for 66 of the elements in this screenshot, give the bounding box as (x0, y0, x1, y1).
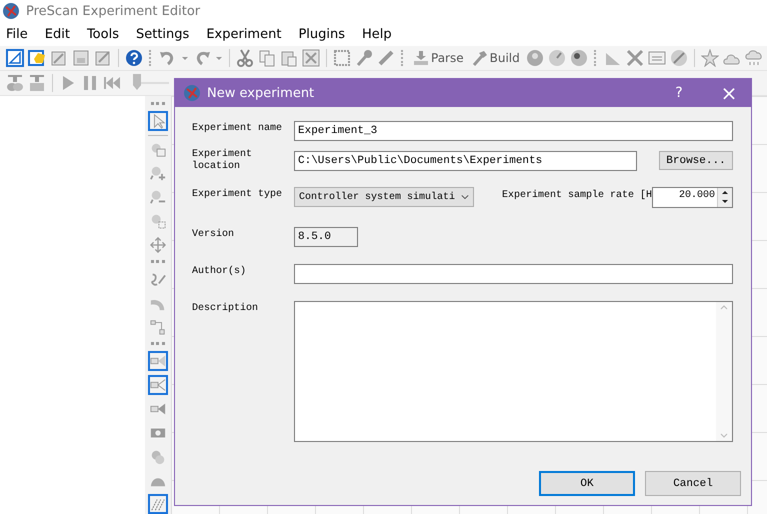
star-icon[interactable] (700, 49, 719, 67)
help-icon[interactable] (125, 49, 143, 67)
field-label: Experiment location (192, 149, 254, 173)
dialog-title: New experiment (207, 86, 316, 100)
palette-tool[interactable] (148, 234, 168, 254)
author-field[interactable] (294, 264, 733, 284)
download-icon (413, 50, 429, 66)
save-icon[interactable] (72, 49, 90, 67)
copy-icon[interactable] (258, 49, 276, 67)
folder-icon[interactable] (28, 49, 46, 67)
paste-icon[interactable] (280, 49, 298, 67)
selection-icon[interactable] (333, 49, 351, 67)
field-label: Experiment name (192, 122, 284, 134)
cancel-button[interactable]: Cancel (645, 471, 741, 496)
network-icon (150, 318, 166, 335)
rain-icon[interactable] (744, 49, 763, 67)
chevron-down-icon (461, 194, 469, 200)
pause-icon[interactable] (81, 74, 99, 92)
version-field[interactable]: 8.5.0 (294, 227, 358, 247)
app-logo-icon (2, 2, 20, 20)
build-button[interactable]: Build (470, 50, 522, 66)
app-logo-icon (183, 84, 201, 102)
name-field[interactable]: Experiment_3 (294, 121, 733, 141)
spheres-icon (150, 448, 166, 465)
palette-tool[interactable] (148, 111, 168, 131)
zoom-window-icon (150, 142, 166, 158)
menu-item[interactable]: File (4, 26, 37, 42)
field-label: Version (192, 228, 236, 240)
freehand-icon (150, 271, 166, 288)
menu-item[interactable]: Tools (84, 26, 128, 42)
browse-button[interactable]: Browse... (659, 151, 733, 170)
field-label: Description (192, 302, 260, 314)
menu-item[interactable]: Plugins (296, 26, 354, 42)
ruler-icon[interactable] (6, 49, 24, 67)
palette-tool[interactable] (148, 351, 168, 372)
field-label: Experiment sample rate [H (502, 188, 652, 201)
zoom-out-icon (150, 189, 166, 206)
help-button[interactable]: ? (657, 84, 701, 102)
palette-tool[interactable] (148, 375, 168, 396)
close-button[interactable]: × (707, 80, 751, 106)
zoom-in-icon (150, 165, 166, 182)
hammer-icon (472, 50, 488, 66)
camera-icon (150, 377, 166, 394)
type-dropdown[interactable]: Controller system simulati (294, 187, 474, 207)
field-label: Experiment type (192, 188, 284, 200)
description-field[interactable] (294, 301, 733, 442)
ok-button[interactable]: OK (539, 471, 635, 496)
sample-rate-spinbox[interactable]: 20.000 (652, 187, 733, 208)
move-icon (150, 236, 166, 252)
menu-item[interactable]: Help (360, 26, 401, 42)
scissors-icon[interactable] (236, 49, 254, 67)
parse-button[interactable]: Parse (411, 50, 466, 66)
zoom-selection-icon (150, 212, 166, 229)
menu-item[interactable]: Edit (42, 26, 79, 42)
location-field[interactable]: C:\Users\Public\Documents\Experiments (294, 151, 637, 171)
window-title: PreScan Experiment Editor (26, 4, 200, 18)
skip-back-icon[interactable] (103, 74, 121, 92)
machine-icon[interactable] (28, 74, 46, 92)
menu-item[interactable]: Experiment (204, 26, 290, 42)
time-slider[interactable] (133, 74, 169, 92)
palette-tool[interactable] (148, 494, 168, 514)
machine-icon[interactable] (6, 74, 24, 92)
field-label: Author(s) (192, 264, 248, 277)
menu-item[interactable]: Settings (134, 26, 198, 42)
calendar-icon[interactable] (648, 49, 666, 67)
pencil-icon[interactable] (377, 49, 395, 67)
